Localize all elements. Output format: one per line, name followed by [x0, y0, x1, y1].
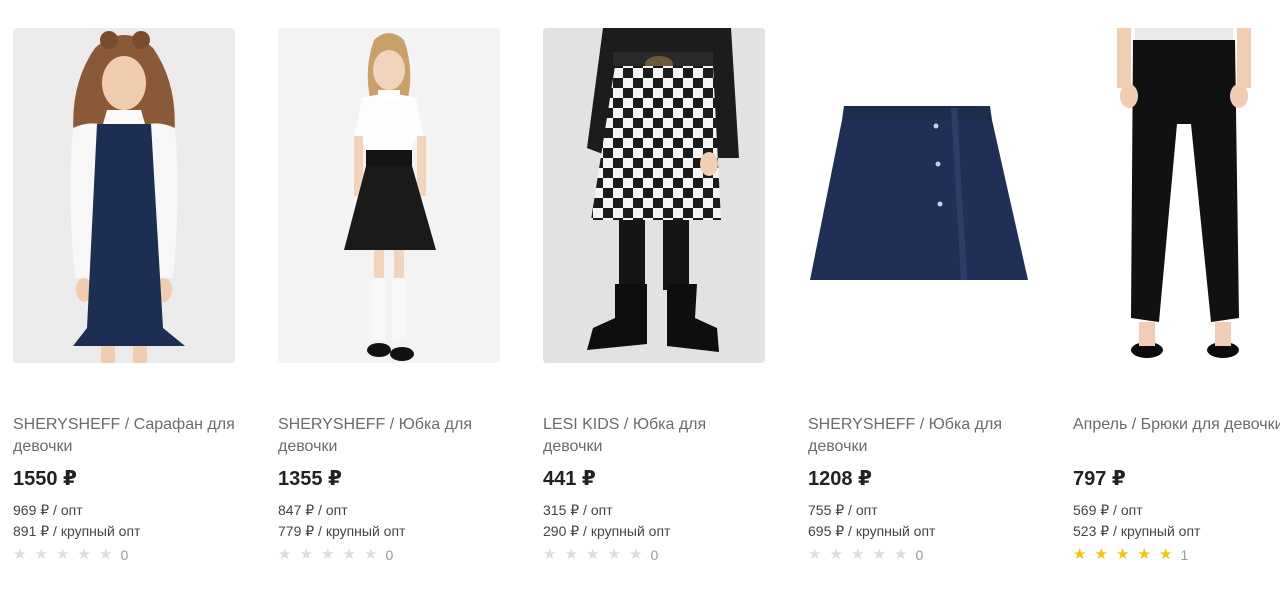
product-grid: SHERYSHEFF / Сарафан для девочки 1550 ₽ …: [13, 28, 1280, 564]
product-price: 1355 ₽: [278, 468, 342, 490]
product-price: 797 ₽: [1073, 468, 1126, 490]
price-opt: 569 ₽ / опт: [1073, 502, 1143, 518]
product-title[interactable]: LESI KIDS / Юбка для девочки: [543, 414, 765, 458]
reviews-count: 0: [650, 547, 659, 563]
product-price: 1550 ₽: [13, 468, 77, 490]
girl-in-black-skirt-image: [278, 28, 500, 363]
reviews-count: 0: [385, 547, 394, 563]
star-icon: ★: [56, 546, 70, 563]
reviews-count: 0: [120, 547, 129, 563]
checked-skirt-image: [543, 28, 765, 363]
price-opt: 847 ₽ / опт: [278, 502, 348, 518]
price-bulk-opt: 695 ₽ / крупный опт: [808, 523, 936, 539]
star-icon: ★: [99, 546, 113, 563]
product-image[interactable]: [543, 28, 765, 363]
star-icon: ★: [278, 546, 292, 563]
product-rating: ★ ★ ★ ★ ★ 0: [543, 546, 765, 564]
black-trousers-image: [1073, 28, 1280, 363]
star-icon: ★: [564, 546, 578, 563]
star-icon: ★: [543, 546, 557, 563]
product-title[interactable]: SHERYSHEFF / Юбка для девочки: [278, 414, 500, 458]
star-icon: ★: [364, 546, 378, 563]
reviews-count: 0: [915, 547, 924, 563]
price-bulk-opt: 779 ₽ / крупный опт: [278, 523, 406, 539]
product-title[interactable]: SHERYSHEFF / Сарафан для девочки: [13, 414, 235, 458]
star-icon: ★: [872, 546, 886, 563]
star-icon: ★: [629, 546, 643, 563]
product-image[interactable]: [1073, 28, 1280, 363]
star-icon: ★: [1116, 546, 1130, 563]
star-icon: ★: [607, 546, 621, 563]
star-icon: ★: [342, 546, 356, 563]
product-card[interactable]: Апрель / Брюки для девочки 797 ₽ 569 ₽ /…: [1073, 28, 1280, 564]
price-bulk-opt: 891 ₽ / крупный опт: [13, 523, 141, 539]
star-icon: ★: [851, 546, 865, 563]
product-rating: ★ ★ ★ ★ ★ 0: [278, 546, 500, 564]
product-title[interactable]: SHERYSHEFF / Юбка для девочки: [808, 414, 1030, 458]
star-icon: ★: [808, 546, 822, 563]
price-opt: 969 ₽ / опт: [13, 502, 83, 518]
star-icon: ★: [829, 546, 843, 563]
price-opt: 315 ₽ / опт: [543, 502, 613, 518]
product-rating: ★ ★ ★ ★ ★ 0: [13, 546, 235, 564]
product-image[interactable]: [278, 28, 500, 363]
star-icon: ★: [586, 546, 600, 563]
girl-in-sarafan-image: [13, 28, 235, 363]
price-bulk-opt: 523 ₽ / крупный опт: [1073, 523, 1201, 539]
product-card[interactable]: SHERYSHEFF / Сарафан для девочки 1550 ₽ …: [13, 28, 235, 564]
product-card[interactable]: SHERYSHEFF / Юбка для девочки 1208 ₽ 755…: [808, 28, 1030, 564]
star-icon: ★: [1094, 546, 1108, 563]
navy-skirt-image: [808, 28, 1030, 363]
star-icon: ★: [1137, 546, 1151, 563]
star-icon: ★: [1159, 546, 1173, 563]
price-bulk-opt: 290 ₽ / крупный опт: [543, 523, 671, 539]
star-icon: ★: [13, 546, 27, 563]
star-icon: ★: [299, 546, 313, 563]
product-price: 441 ₽: [543, 468, 596, 490]
product-card[interactable]: SHERYSHEFF / Юбка для девочки 1355 ₽ 847…: [278, 28, 500, 564]
star-icon: ★: [321, 546, 335, 563]
product-image[interactable]: [13, 28, 235, 363]
product-rating: ★ ★ ★ ★ ★ 1: [1073, 546, 1280, 564]
star-icon: ★: [894, 546, 908, 563]
star-icon: ★: [77, 546, 91, 563]
product-title[interactable]: Апрель / Брюки для девочки: [1073, 414, 1280, 458]
price-opt: 755 ₽ / опт: [808, 502, 878, 518]
product-card[interactable]: LESI KIDS / Юбка для девочки 441 ₽ 315 ₽…: [543, 28, 765, 564]
star-icon: ★: [34, 546, 48, 563]
star-icon: ★: [1073, 546, 1087, 563]
product-rating: ★ ★ ★ ★ ★ 0: [808, 546, 1030, 564]
product-image[interactable]: [808, 28, 1030, 363]
product-price: 1208 ₽: [808, 468, 872, 490]
reviews-count: 1: [1180, 547, 1189, 563]
